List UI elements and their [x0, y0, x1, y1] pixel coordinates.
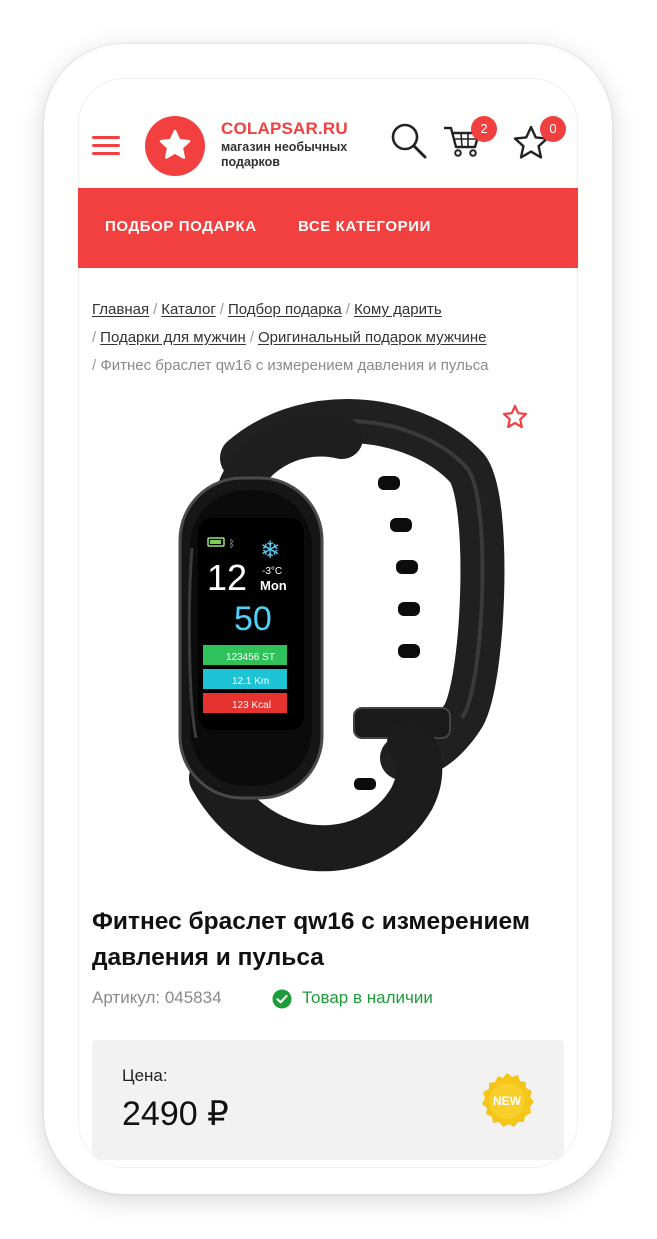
- star-logo-icon: [159, 129, 191, 159]
- new-badge-label: NEW: [493, 1094, 522, 1108]
- breadcrumb-link-home[interactable]: Главная: [92, 301, 149, 318]
- breadcrumb-link-catalog[interactable]: Каталог: [161, 301, 216, 318]
- fitness-band-illustration: ᛒ ❄ 12 -3°C Mon 50 123456 ST 12.1 Km 123…: [178, 399, 505, 872]
- product-sku: Артикул: 045834: [92, 988, 222, 1007]
- breadcrumb-current: Фитнес браслет qw16 с измерением давлени…: [100, 357, 489, 374]
- screen-pulse: 50: [234, 600, 272, 638]
- nav-all-categories[interactable]: ВСЕ КАТЕГОРИИ: [298, 218, 431, 235]
- new-badge: NEW: [482, 1073, 534, 1127]
- price-card: Цена: 2490 ₽ NEW: [92, 1040, 564, 1160]
- breadcrumb-link-recipient[interactable]: Кому дарить: [354, 301, 442, 318]
- product-title: Фитнес браслет qw16 с измерением давлени…: [92, 908, 530, 971]
- screen-kcal: 123 Kcal: [232, 700, 271, 711]
- favorites-count-badge: 0: [540, 116, 566, 142]
- menu-icon[interactable]: [92, 136, 120, 156]
- cart-count-badge: 2: [471, 116, 497, 142]
- search-icon: [391, 123, 427, 159]
- brand-tagline: магазин необычных подарков: [221, 140, 348, 169]
- screen-distance: 12.1 Km: [232, 676, 269, 687]
- screen-day: Mon: [260, 578, 287, 593]
- phone-screen: COLAPSAR.RU магазин необычных подарков 2…: [78, 78, 578, 1168]
- price-label: Цена:: [122, 1066, 168, 1085]
- logo[interactable]: [145, 116, 205, 176]
- svg-text:❄: ❄: [260, 536, 280, 564]
- svg-text:ᛒ: ᛒ: [229, 539, 235, 550]
- brand-name[interactable]: COLAPSAR.RU: [221, 119, 348, 139]
- search-button[interactable]: [390, 122, 428, 165]
- breadcrumb-link-gift-selection[interactable]: Подбор подарка: [228, 301, 342, 318]
- price-value: 2490 ₽: [122, 1095, 229, 1133]
- star-outline-icon: [502, 404, 528, 429]
- screen-steps: 123456 ST: [226, 652, 275, 663]
- favorites-button[interactable]: 0: [512, 116, 572, 164]
- nav-gift-selection[interactable]: ПОДБОР ПОДАРКА: [105, 218, 257, 235]
- category-navbar: ПОДБОР ПОДАРКА ВСЕ КАТЕГОРИИ: [78, 188, 578, 268]
- cart-button[interactable]: 2: [443, 116, 503, 164]
- breadcrumb-link-original-gift[interactable]: Оригинальный подарок мужчине: [258, 329, 487, 346]
- add-to-favorites-button[interactable]: [502, 404, 528, 435]
- breadcrumb-link-gifts-for-men[interactable]: Подарки для мужчин: [100, 329, 246, 346]
- screen-hour: 12: [207, 557, 247, 598]
- product-image[interactable]: ᛒ ❄ 12 -3°C Mon 50 123456 ST 12.1 Km 123…: [92, 398, 562, 888]
- breadcrumb: Главная / Каталог / Подбор подарка / Кому дари…: [92, 301, 489, 374]
- check-circle-icon: [272, 989, 292, 1009]
- stock-status: Товар в наличии: [302, 988, 433, 1007]
- screen-temp: -3°C: [262, 566, 282, 577]
